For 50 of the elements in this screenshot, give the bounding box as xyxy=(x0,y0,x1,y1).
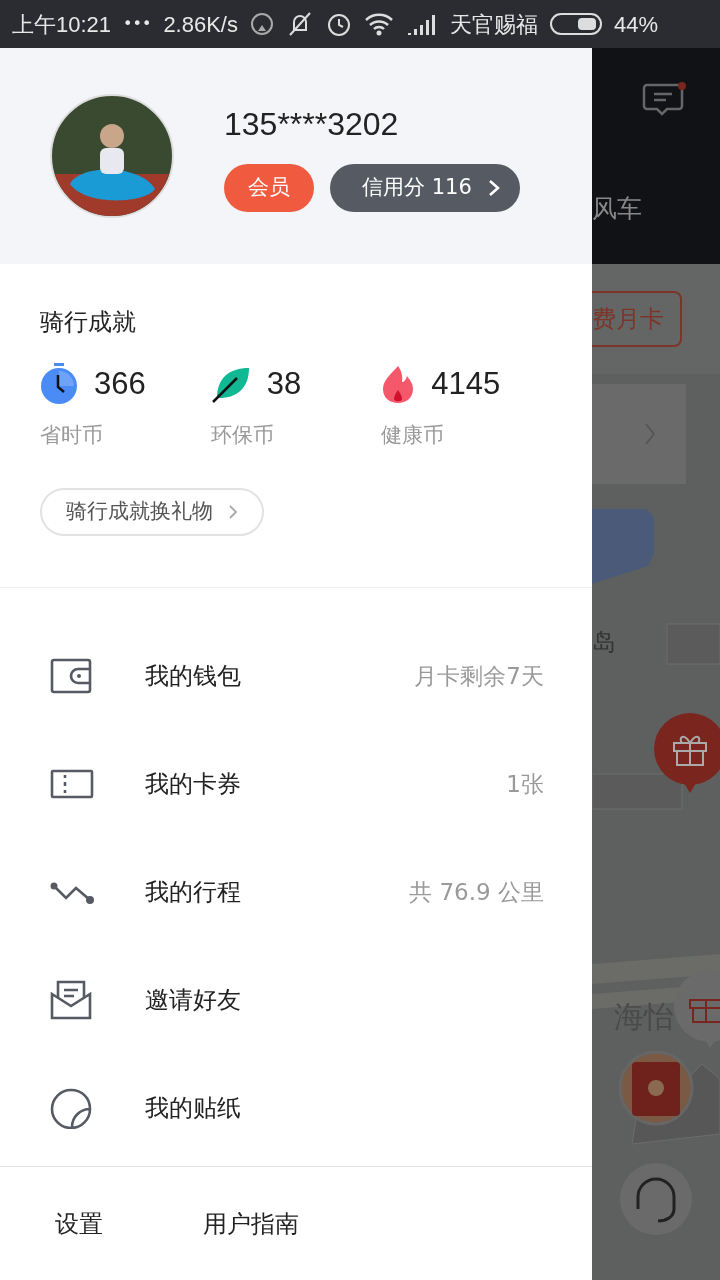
ticket-icon xyxy=(50,769,94,799)
envelope-button[interactable] xyxy=(618,1050,694,1126)
footer-link[interactable]: 设置 xyxy=(55,1205,103,1242)
gift-exchange-button[interactable]: 骑行成就换礼物 xyxy=(40,487,264,536)
menu-detail: 月卡剩余7天 xyxy=(414,661,544,691)
headset-icon[interactable] xyxy=(618,1161,694,1237)
wifi-icon xyxy=(364,12,394,36)
footer-link[interactable]: 用户指南 xyxy=(203,1205,299,1242)
menu-label: 邀请好友 xyxy=(145,985,241,1016)
battery-icon xyxy=(550,12,602,36)
menu-label: 我的钱包 xyxy=(145,661,241,692)
flame-icon xyxy=(381,364,416,404)
network-speed: 2.86K/s xyxy=(163,10,238,39)
coin-label: 健康币 xyxy=(381,422,446,449)
coin-count: 4145 xyxy=(431,364,501,403)
phone-number: 135****3202 xyxy=(224,105,400,144)
menu-label: 我的卡券 xyxy=(145,769,241,800)
envelope-icon xyxy=(50,980,92,1020)
menu-label: 我的行程 xyxy=(145,877,241,908)
menu-detail: 共 76.9 公里 xyxy=(409,877,544,907)
sticker-icon xyxy=(50,1087,92,1129)
menu-item[interactable]: 我的钱包 月卡剩余7天 xyxy=(0,622,592,730)
wallet-icon xyxy=(50,658,92,694)
chevron-right-icon xyxy=(487,179,500,197)
gift-pin-icon[interactable] xyxy=(652,713,720,793)
coin-label: 环保币 xyxy=(210,422,275,449)
more-dots: ••• xyxy=(123,13,152,35)
coin-count: 38 xyxy=(266,364,302,403)
credit-score-button[interactable]: 信用分 116 xyxy=(330,164,520,212)
battery-percent: 44% xyxy=(614,10,659,39)
coin-count: 366 xyxy=(94,364,146,403)
clock-time: 上午10:21 xyxy=(12,10,112,39)
menu-item[interactable]: 我的贴纸 xyxy=(0,1054,592,1162)
sync-icon xyxy=(250,12,274,36)
menu-label: 我的贴纸 xyxy=(145,1093,241,1124)
chevron-right-icon xyxy=(229,504,238,519)
muted-bell-icon xyxy=(286,11,314,37)
menu-item[interactable]: 我的卡券 1张 xyxy=(0,730,592,838)
menu-item[interactable]: 我的行程 共 76.9 公里 xyxy=(0,838,592,946)
menu-item[interactable]: 邀请好友 xyxy=(0,946,592,1054)
coin-label: 省时币 xyxy=(40,422,104,449)
section-title: 骑行成就 xyxy=(40,307,137,338)
avatar[interactable] xyxy=(50,94,174,218)
signal-icon xyxy=(406,13,438,35)
menu-detail: 1张 xyxy=(506,769,544,799)
carrier-name: 天官赐福 xyxy=(450,10,538,39)
alarm-icon xyxy=(326,11,352,37)
member-badge: 会员 xyxy=(224,164,314,212)
stopwatch-icon xyxy=(40,363,78,405)
header-text: 风车 xyxy=(592,193,642,225)
